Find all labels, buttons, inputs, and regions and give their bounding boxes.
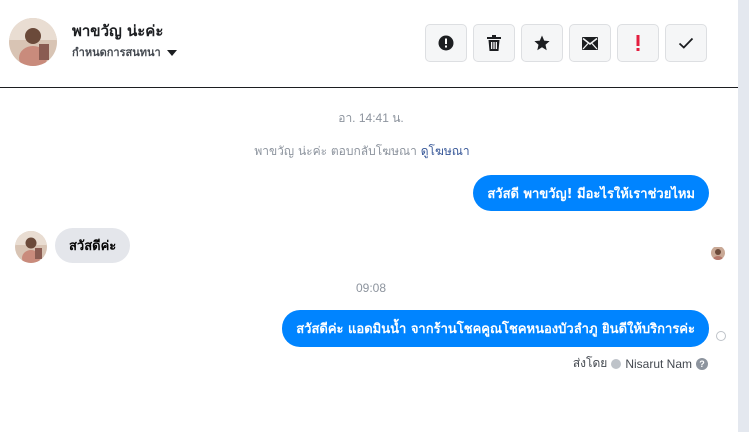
- alert-circle-icon: [438, 35, 454, 51]
- scrollbar[interactable]: [738, 0, 749, 432]
- ad-reply-text: พาขวัญ น่ะค่ะ ตอบกลับโฆษณา: [254, 144, 417, 158]
- star-icon: [534, 35, 550, 51]
- sent-check-icon: [716, 331, 726, 341]
- contact-name: พาขวัญ น่ะค่ะ: [72, 22, 164, 40]
- done-button[interactable]: [665, 24, 707, 62]
- conversation-actions-dropdown[interactable]: กำหนดการสนทนา: [72, 43, 177, 61]
- contact-avatar-small: [15, 231, 47, 263]
- message-incoming: สวัสดีค่ะ: [55, 228, 131, 263]
- conversation-header: พาขวัญ น่ะค่ะ กำหนดการสนทนา: [0, 0, 738, 88]
- caret-down-icon: [166, 49, 177, 56]
- sent-by-line: ส่งโดย Nisarut Nam ?: [573, 354, 708, 373]
- timestamp: 09:08: [355, 281, 387, 295]
- envelope-icon: [582, 36, 598, 50]
- message-outgoing: สวัสดีค่ะ แอดมินน้ำ จากร้านโชคคูณโชคหนอง…: [282, 310, 709, 347]
- message-outgoing: สวัสดี พาขวัญ! มีอะไรให้เราช่วยไหม: [473, 175, 709, 211]
- star-button[interactable]: [521, 24, 563, 62]
- contact-avatar[interactable]: [9, 18, 57, 66]
- spam-button[interactable]: [617, 24, 659, 62]
- conversation-actions-label: กำหนดการสนทนา: [72, 46, 161, 59]
- help-icon[interactable]: ?: [696, 357, 708, 370]
- sender-name: Nisarut Nam: [625, 356, 692, 371]
- read-receipt-avatar: [711, 246, 725, 260]
- trash-icon: [487, 35, 501, 51]
- alert-button[interactable]: [425, 24, 467, 62]
- verified-icon: [611, 358, 622, 369]
- ad-reply-notice: พาขวัญ น่ะค่ะ ตอบกลับโฆษณา ดูโฆษณา: [0, 142, 724, 161]
- check-icon: [678, 37, 694, 49]
- timestamp: อา. 14:41 น.: [338, 111, 404, 125]
- conversation-toolbar: [425, 24, 707, 62]
- exclamation-icon: [636, 35, 640, 51]
- sent-by-label: ส่งโดย: [572, 356, 608, 370]
- delete-button[interactable]: [473, 24, 515, 62]
- mark-unread-button[interactable]: [569, 24, 611, 62]
- view-ad-link[interactable]: ดูโฆษณา: [421, 144, 470, 158]
